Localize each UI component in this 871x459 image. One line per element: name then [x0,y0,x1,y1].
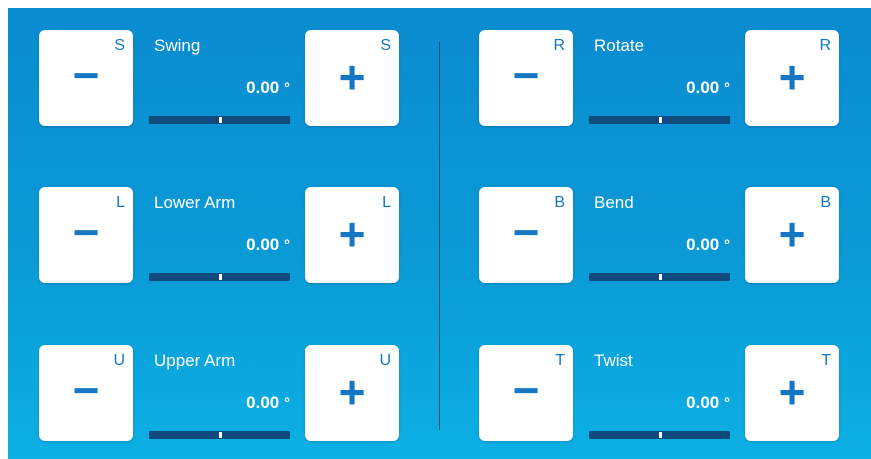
joint-value: 0.00 [686,78,720,97]
joint-value-readout: 0.00 ° [589,393,730,413]
column-divider [439,42,440,430]
joint-letter: L [382,194,391,211]
joint-label: Bend [594,193,634,212]
joint-value-readout: 0.00 ° [149,235,290,255]
joint-row-swing: S − Swing 0.00 ° S + [39,30,439,126]
joint-row-twist: T − Twist 0.00 ° T + [479,345,871,441]
joint-value-readout: 0.00 ° [149,78,290,98]
joint-letter: B [820,194,831,211]
degree-unit: ° [284,395,290,412]
joint-row-upper-arm: U − Upper Arm 0.00 ° U + [39,345,439,441]
joint-letter: T [821,352,831,369]
degree-unit: ° [724,237,730,254]
bend-increase-button[interactable]: B + [745,187,839,283]
swing-decrease-button[interactable]: S − [39,30,133,126]
joint-letter: R [819,37,831,54]
joint-label: Rotate [594,36,645,55]
minus-icon: − [72,364,100,416]
twist-increase-button[interactable]: T + [745,345,839,441]
upper-arm-increase-button[interactable]: U + [305,345,399,441]
upper-arm-slider[interactable] [149,431,290,439]
joint-value: 0.00 [246,393,280,412]
joint-letter: U [379,352,391,369]
joint-value-readout: 0.00 ° [589,78,730,98]
degree-unit: ° [724,80,730,97]
slider-thumb[interactable] [218,432,222,438]
plus-icon: + [338,208,366,260]
slider-thumb[interactable] [658,274,662,280]
joint-value-readout: 0.00 ° [149,393,290,413]
plus-icon: + [338,51,366,103]
lower-arm-increase-button[interactable]: L + [305,187,399,283]
minus-icon: − [72,206,100,258]
degree-unit: ° [284,237,290,254]
minus-icon: − [72,49,100,101]
degree-unit: ° [284,80,290,97]
joint-label: Upper Arm [154,351,236,370]
swing-slider[interactable] [149,116,290,124]
joint-value: 0.00 [686,393,720,412]
rotate-decrease-button[interactable]: R − [479,30,573,126]
twist-slider[interactable] [589,431,730,439]
plus-icon: + [338,366,366,418]
degree-unit: ° [724,395,730,412]
slider-thumb[interactable] [658,432,662,438]
bend-decrease-button[interactable]: B − [479,187,573,283]
slider-thumb[interactable] [218,274,222,280]
lower-arm-decrease-button[interactable]: L − [39,187,133,283]
twist-decrease-button[interactable]: T − [479,345,573,441]
lower-arm-slider[interactable] [149,273,290,281]
joint-value-readout: 0.00 ° [589,235,730,255]
slider-thumb[interactable] [218,117,222,123]
joint-control-panel: S − Swing 0.00 ° S + L − Lower Arm 0.00 … [8,8,871,459]
joint-letter: S [380,37,391,54]
slider-thumb[interactable] [658,117,662,123]
rotate-slider[interactable] [589,116,730,124]
joint-label: Lower Arm [154,193,236,212]
joint-value: 0.00 [246,78,280,97]
plus-icon: + [778,208,806,260]
upper-arm-decrease-button[interactable]: U − [39,345,133,441]
joint-label: Swing [154,36,201,55]
joint-row-lower-arm: L − Lower Arm 0.00 ° L + [39,187,439,283]
swing-increase-button[interactable]: S + [305,30,399,126]
minus-icon: − [512,49,540,101]
joint-value: 0.00 [246,235,280,254]
plus-icon: + [778,51,806,103]
joint-label: Twist [594,351,633,370]
rotate-increase-button[interactable]: R + [745,30,839,126]
plus-icon: + [778,366,806,418]
minus-icon: − [512,206,540,258]
joint-row-bend: B − Bend 0.00 ° B + [479,187,871,283]
bend-slider[interactable] [589,273,730,281]
joint-row-rotate: R − Rotate 0.00 ° R + [479,30,871,126]
minus-icon: − [512,364,540,416]
joint-value: 0.00 [686,235,720,254]
